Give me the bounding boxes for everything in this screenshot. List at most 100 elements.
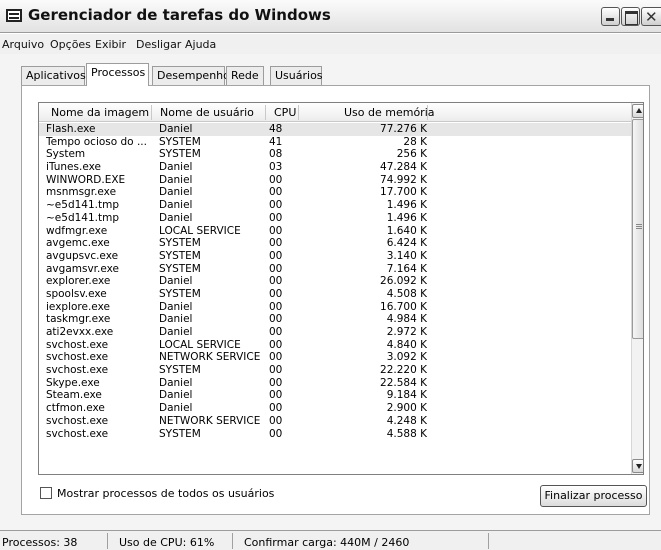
process-name: ~e5d141.tmp — [46, 211, 119, 224]
status-commit-charge: Confirmar carga: 440M / 2460 — [244, 536, 410, 549]
process-memory: 9.184 K — [386, 389, 427, 402]
process-cpu: 41 — [269, 135, 283, 148]
column-header-memory[interactable]: Uso de memória — [344, 106, 435, 119]
process-name: Skype.exe — [46, 376, 100, 389]
process-name: msnmsgr.exe — [46, 186, 117, 199]
process-row[interactable]: System SYSTEM 08 256 K — [39, 148, 631, 161]
tab-rede[interactable]: Rede — [226, 66, 264, 85]
process-cpu: 00 — [269, 287, 283, 300]
menu-exibir[interactable]: Exibir — [95, 38, 126, 51]
process-cpu: 00 — [269, 199, 283, 212]
scroll-up-button[interactable] — [632, 104, 643, 118]
maximize-button[interactable] — [621, 7, 640, 26]
process-row[interactable]: svchost.exe NETWORK SERVICE 00 4.248 K — [39, 415, 631, 428]
process-user: Daniel — [159, 123, 193, 135]
process-name: svchost.exe — [46, 364, 109, 377]
status-process-count: Processos: 38 — [2, 536, 78, 549]
status-divider — [107, 533, 108, 549]
process-name: Tempo ocioso do ... — [46, 135, 147, 148]
process-row[interactable]: spoolsv.exe SYSTEM 00 4.508 K — [39, 288, 631, 301]
minimize-button[interactable] — [601, 7, 620, 26]
scroll-down-button[interactable] — [632, 459, 643, 473]
menu-opcoes[interactable]: Opções — [50, 38, 91, 51]
scroll-up-icon — [636, 108, 642, 113]
status-cpu-usage: Uso de CPU: 61% — [119, 536, 215, 549]
process-name: spoolsv.exe — [46, 287, 107, 300]
column-divider[interactable] — [151, 105, 152, 120]
close-button[interactable]: ✕ — [641, 7, 661, 26]
process-row[interactable]: avgamsvr.exe SYSTEM 00 7.164 K — [39, 263, 631, 276]
process-row[interactable]: avgupsvc.exe SYSTEM 00 3.140 K — [39, 250, 631, 263]
process-row[interactable]: explorer.exe Daniel 00 26.092 K — [39, 275, 631, 288]
process-memory: 1.640 K — [386, 224, 427, 237]
menu-arquivo[interactable]: Arquivo — [2, 38, 44, 51]
process-memory: 22.584 K — [380, 376, 427, 389]
tab-usuarios[interactable]: Usuários — [270, 66, 323, 85]
process-cpu: 00 — [269, 313, 283, 326]
process-user: SYSTEM — [159, 237, 201, 250]
column-header-name[interactable]: Nome da imagem — [51, 106, 149, 119]
status-divider — [488, 533, 489, 549]
process-row[interactable]: ati2evxx.exe Daniel 00 2.972 K — [39, 326, 631, 339]
scrollbar-thumb[interactable] — [632, 119, 643, 339]
process-user: Daniel — [159, 161, 193, 174]
process-row[interactable]: ~e5d141.tmp Daniel 00 1.496 K — [39, 199, 631, 212]
process-name: System — [46, 148, 86, 161]
menu-bar: Arquivo Opções Exibir Desligar Ajuda — [0, 34, 661, 54]
tab-aplicativos[interactable]: Aplicativos — [21, 66, 86, 85]
process-row[interactable]: svchost.exe SYSTEM 00 22.220 K — [39, 364, 631, 377]
tab-processos[interactable]: Processos — [86, 63, 149, 86]
process-list[interactable]: Nome da imagem Nome de usuário CPU Uso d… — [38, 102, 644, 475]
process-memory: 2.900 K — [386, 402, 427, 415]
window-title: Gerenciador de tarefas do Windows — [28, 6, 331, 24]
process-name: taskmgr.exe — [46, 313, 111, 326]
process-row[interactable]: ctfmon.exe Daniel 00 2.900 K — [39, 402, 631, 415]
process-user: SYSTEM — [159, 148, 201, 161]
column-divider[interactable] — [427, 105, 428, 120]
grip-icon — [636, 224, 642, 225]
process-row[interactable]: svchost.exe SYSTEM 00 4.588 K — [39, 428, 631, 441]
process-row[interactable]: Tempo ocioso do ... SYSTEM 41 28 K — [39, 136, 631, 149]
tab-desempenho[interactable]: Desempenho — [152, 66, 230, 85]
process-row[interactable]: wdfmgr.exe LOCAL SERVICE 00 1.640 K — [39, 225, 631, 238]
list-header: Nome da imagem Nome de usuário CPU Uso d… — [39, 103, 631, 122]
process-row[interactable]: Flash.exe Daniel 48 77.276 K — [39, 123, 631, 136]
column-divider[interactable] — [265, 105, 266, 120]
process-row[interactable]: Skype.exe Daniel 00 22.584 K — [39, 377, 631, 390]
process-user: Daniel — [159, 186, 193, 199]
show-all-processes-checkbox[interactable] — [40, 487, 52, 499]
process-cpu: 00 — [269, 300, 283, 313]
menu-desligar[interactable]: Desligar — [136, 38, 181, 51]
process-row[interactable]: ~e5d141.tmp Daniel 00 1.496 K — [39, 212, 631, 225]
process-user: Daniel — [159, 275, 193, 288]
column-header-user[interactable]: Nome de usuário — [160, 106, 254, 119]
process-memory: 256 K — [396, 148, 427, 161]
process-row[interactable]: msnmsgr.exe Daniel 00 17.700 K — [39, 186, 631, 199]
process-row[interactable]: svchost.exe LOCAL SERVICE 00 4.840 K — [39, 339, 631, 352]
process-memory: 1.496 K — [386, 211, 427, 224]
process-name: avgamsvr.exe — [46, 262, 119, 275]
process-row[interactable]: taskmgr.exe Daniel 00 4.984 K — [39, 313, 631, 326]
process-memory: 74.992 K — [380, 173, 427, 186]
process-row[interactable]: Steam.exe Daniel 00 9.184 K — [39, 389, 631, 402]
process-memory: 1.496 K — [386, 199, 427, 212]
process-cpu: 00 — [269, 326, 283, 338]
process-row[interactable]: svchost.exe NETWORK SERVICE 00 3.092 K — [39, 351, 631, 364]
process-name: svchost.exe — [46, 338, 109, 351]
vertical-scrollbar[interactable] — [631, 103, 643, 474]
process-cpu: 00 — [269, 173, 283, 186]
process-memory: 17.700 K — [380, 186, 427, 199]
column-divider[interactable] — [298, 105, 299, 120]
process-name: ati2evxx.exe — [46, 326, 114, 338]
process-cpu: 00 — [269, 364, 283, 377]
end-process-button[interactable]: Finalizar processo — [540, 485, 647, 507]
process-row[interactable]: avgemc.exe SYSTEM 00 6.424 K — [39, 237, 631, 250]
process-row[interactable]: iexplore.exe Daniel 00 16.700 K — [39, 301, 631, 314]
process-row[interactable]: iTunes.exe Daniel 03 47.284 K — [39, 161, 631, 174]
process-name: Steam.exe — [46, 389, 102, 402]
process-row[interactable]: WINWORD.EXE Daniel 00 74.992 K — [39, 174, 631, 187]
column-header-cpu[interactable]: CPU — [274, 106, 296, 119]
show-all-processes-option[interactable]: Mostrar processos de todos os usuários — [40, 487, 274, 500]
process-memory: 4.248 K — [386, 414, 427, 427]
menu-ajuda[interactable]: Ajuda — [185, 38, 216, 51]
